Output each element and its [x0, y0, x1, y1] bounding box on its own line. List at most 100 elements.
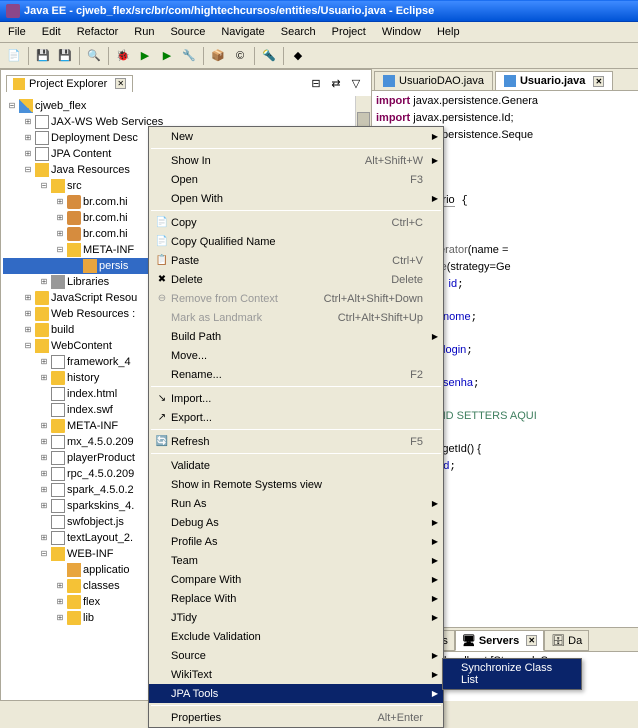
link-editor-button[interactable]: ⇄: [326, 73, 346, 93]
context-item-properties[interactable]: PropertiesAlt+Enter: [149, 708, 443, 727]
synchronize-class-list-item[interactable]: Synchronize Class List: [443, 659, 581, 689]
expand-icon[interactable]: ⊞: [55, 229, 65, 239]
expand-icon[interactable]: ⊞: [55, 197, 65, 207]
context-item-team[interactable]: Team▶: [149, 551, 443, 570]
context-item-run-as[interactable]: Run As▶: [149, 494, 443, 513]
run-last-button[interactable]: ▶: [157, 46, 177, 66]
search-button[interactable]: 🔦: [259, 46, 279, 66]
jpa-button[interactable]: ◆: [288, 46, 308, 66]
expand-icon[interactable]: ⊞: [39, 485, 49, 495]
expand-icon[interactable]: ⊞: [39, 421, 49, 431]
expand-icon[interactable]: ⊞: [23, 293, 33, 303]
new-package-button[interactable]: 📦: [208, 46, 228, 66]
context-item-profile-as[interactable]: Profile As▶: [149, 532, 443, 551]
collapse-all-button[interactable]: ⊟: [306, 73, 326, 93]
jpa-tools-submenu[interactable]: Synchronize Class List: [442, 658, 582, 690]
expand-icon[interactable]: ⊞: [23, 149, 33, 159]
expand-icon[interactable]: ⊞: [55, 613, 65, 623]
copy-icon: 📄: [153, 216, 171, 230]
editor-tab[interactable]: Usuario.java✕: [495, 71, 613, 90]
context-item-compare-with[interactable]: Compare With▶: [149, 570, 443, 589]
file-icon: [51, 483, 65, 497]
context-item-show-in[interactable]: Show InAlt+Shift+W▶: [149, 151, 443, 170]
context-item-new[interactable]: New▶: [149, 127, 443, 146]
context-item-refresh[interactable]: 🔄RefreshF5: [149, 432, 443, 451]
collapse-icon[interactable]: ⊟: [39, 181, 49, 191]
context-item-replace-with[interactable]: Replace With▶: [149, 589, 443, 608]
context-item-paste[interactable]: 📋PasteCtrl+V: [149, 251, 443, 270]
context-item-validate[interactable]: Validate: [149, 456, 443, 475]
context-item-label: Show In: [171, 155, 365, 167]
debug-button[interactable]: 🐞: [113, 46, 133, 66]
expand-icon[interactable]: ⊞: [39, 373, 49, 383]
menu-window[interactable]: Window: [374, 24, 429, 40]
new-class-button[interactable]: ©: [230, 46, 250, 66]
remove-from-context-icon: ⊖: [153, 292, 171, 306]
close-icon[interactable]: ✕: [526, 635, 537, 646]
menu-edit[interactable]: Edit: [34, 24, 69, 40]
collapse-icon[interactable]: ⊟: [23, 341, 33, 351]
context-item-import-[interactable]: ↘Import...: [149, 389, 443, 408]
context-item-copy[interactable]: 📄CopyCtrl+C: [149, 213, 443, 232]
context-item-export-[interactable]: ↗Export...: [149, 408, 443, 427]
context-item-debug-as[interactable]: Debug As▶: [149, 513, 443, 532]
menu-file[interactable]: File: [0, 24, 34, 40]
collapse-icon[interactable]: ⊟: [55, 245, 65, 255]
context-item-open[interactable]: OpenF3: [149, 170, 443, 189]
expand-icon[interactable]: ⊞: [55, 597, 65, 607]
expand-icon[interactable]: ⊞: [55, 581, 65, 591]
expand-icon[interactable]: ⊞: [23, 325, 33, 335]
open-type-button[interactable]: 🔍: [84, 46, 104, 66]
menu-navigate[interactable]: Navigate: [213, 24, 272, 40]
new-button[interactable]: 📄: [4, 46, 24, 66]
close-icon[interactable]: ✕: [593, 76, 604, 87]
context-item-build-path[interactable]: Build Path▶: [149, 327, 443, 346]
bottom-tab-da[interactable]: 🗄Da: [544, 630, 589, 651]
expand-icon[interactable]: ⊞: [39, 453, 49, 463]
context-item-show-in-remote-systems-view[interactable]: Show in Remote Systems view: [149, 475, 443, 494]
context-item-exclude-validation[interactable]: Exclude Validation: [149, 627, 443, 646]
collapse-icon[interactable]: ⊟: [23, 165, 33, 175]
collapse-icon[interactable]: ⊟: [7, 101, 17, 111]
expand-icon[interactable]: ⊞: [23, 117, 33, 127]
expand-icon[interactable]: ⊞: [39, 501, 49, 511]
expand-icon[interactable]: ⊞: [39, 469, 49, 479]
menu-project[interactable]: Project: [324, 24, 374, 40]
menu-source[interactable]: Source: [162, 24, 213, 40]
context-item-source[interactable]: Source▶: [149, 646, 443, 665]
expand-icon[interactable]: ⊞: [39, 357, 49, 367]
external-tools-button[interactable]: 🔧: [179, 46, 199, 66]
context-item-jtidy[interactable]: JTidy▶: [149, 608, 443, 627]
context-item-rename-[interactable]: Rename...F2: [149, 365, 443, 384]
expand-icon[interactable]: ⊞: [23, 309, 33, 319]
save-button[interactable]: 💾: [33, 46, 53, 66]
tree-item[interactable]: ⊟cjweb_flex: [3, 98, 369, 114]
save-all-button[interactable]: 💾: [55, 46, 75, 66]
close-icon[interactable]: ✕: [115, 78, 126, 89]
file-icon: [51, 467, 65, 481]
project-explorer-tab[interactable]: Project Explorer ✕: [6, 75, 133, 92]
bottom-tab-servers[interactable]: 🖥Servers✕: [455, 630, 544, 651]
context-item-label: Debug As: [171, 517, 431, 529]
run-button[interactable]: ▶: [135, 46, 155, 66]
menu-search[interactable]: Search: [273, 24, 324, 40]
collapse-icon[interactable]: ⊟: [39, 549, 49, 559]
expand-icon[interactable]: ⊞: [55, 213, 65, 223]
context-menu[interactable]: New▶ Show InAlt+Shift+W▶OpenF3Open With▶ 📄…: [148, 126, 444, 728]
expand-icon[interactable]: ⊞: [39, 533, 49, 543]
expand-icon[interactable]: ⊞: [39, 277, 49, 287]
menu-run[interactable]: Run: [126, 24, 162, 40]
context-item-move-[interactable]: Move...: [149, 346, 443, 365]
context-item-copy-qualified-name[interactable]: 📄Copy Qualified Name: [149, 232, 443, 251]
view-menu-button[interactable]: ▽: [346, 73, 366, 93]
menu-help[interactable]: Help: [429, 24, 468, 40]
editor-tab[interactable]: UsuarioDAO.java: [374, 71, 493, 90]
context-item-open-with[interactable]: Open With▶: [149, 189, 443, 208]
tree-item-label: Libraries: [67, 274, 109, 290]
context-item-wikitext[interactable]: WikiText▶: [149, 665, 443, 684]
context-item-jpa-tools[interactable]: JPA Tools▶: [149, 684, 443, 703]
expand-icon[interactable]: ⊞: [23, 133, 33, 143]
expand-icon[interactable]: ⊞: [39, 437, 49, 447]
menu-refactor[interactable]: Refactor: [69, 24, 127, 40]
context-item-delete[interactable]: ✖DeleteDelete: [149, 270, 443, 289]
